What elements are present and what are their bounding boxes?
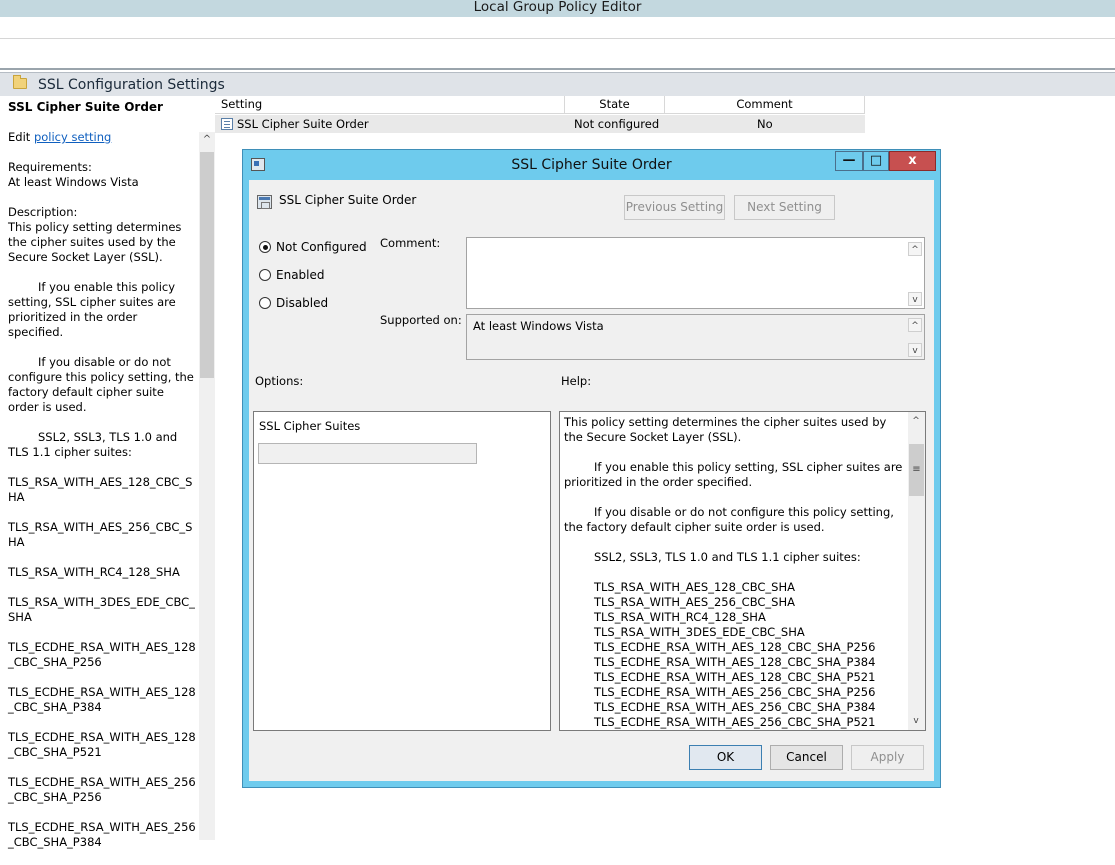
help-paragraph: This policy setting determines the ciphe…: [564, 415, 887, 444]
description-text: SSL Cipher Suite Order Edit policy setti…: [8, 100, 196, 865]
help-paragraph-text: If you disable or do not configure this …: [564, 505, 894, 534]
maximize-button[interactable]: □: [863, 151, 889, 171]
help-suite: TLS_ECDHE_RSA_WITH_AES_128_CBC_SHA_P256: [594, 640, 876, 654]
menu-bar: [0, 17, 1115, 39]
previous-setting-button[interactable]: Previous Setting: [624, 195, 725, 220]
description: Description: This policy setting determin…: [8, 205, 196, 265]
suite-item: TLS_ECDHE_RSA_WITH_AES_128_CBC_SHA_P521: [8, 730, 196, 759]
column-setting[interactable]: Setting: [215, 96, 565, 114]
help-scrollbar[interactable]: ^ v ≡: [908, 412, 925, 730]
radio-icon: [259, 297, 271, 309]
options-panel: SSL Cipher Suites: [253, 411, 551, 731]
scroll-up-icon[interactable]: ^: [908, 318, 922, 332]
help-suite: TLS_RSA_WITH_3DES_EDE_CBC_SHA: [594, 625, 805, 639]
description-paragraph: SSL2, SSL3, TLS 1.0 and TLS 1.1 cipher s…: [8, 430, 178, 459]
description-scrollbar[interactable]: ^: [199, 132, 215, 840]
help-text: This policy setting determines the ciphe…: [564, 415, 904, 730]
node-title: SSL Configuration Settings: [38, 77, 225, 93]
help-paragraph: If you enable this policy setting, SSL c…: [564, 460, 904, 490]
help-suite: TLS_RSA_WITH_AES_128_CBC_SHA: [594, 580, 795, 594]
ssl-cipher-suites-input[interactable]: [258, 443, 477, 464]
options-label: Options:: [255, 374, 304, 388]
setting-name: SSL Cipher Suite Order: [279, 193, 417, 207]
list-header: Setting State Comment: [215, 96, 865, 114]
policy-setting-icon: [257, 195, 272, 209]
suite-item: TLS_ECDHE_RSA_WITH_AES_128_CBC_SHA_P256: [8, 640, 196, 669]
help-label: Help:: [561, 374, 592, 388]
app-title-bar: Local Group Policy Editor: [0, 0, 1115, 17]
help-suite: TLS_RSA_WITH_AES_256_CBC_SHA: [594, 595, 795, 609]
radio-label: Not Configured: [276, 240, 367, 254]
app-title: Local Group Policy Editor: [473, 0, 642, 15]
radio-selected-icon: [259, 241, 271, 253]
policy-setting-icon: [221, 118, 233, 130]
supported-scrollbar[interactable]: ^ v: [907, 315, 924, 359]
suite-item: TLS_RSA_WITH_AES_256_CBC_SHA: [8, 520, 193, 549]
node-header: SSL Configuration Settings: [0, 72, 1115, 96]
help-panel: This policy setting determines the ciphe…: [559, 411, 926, 731]
help-suite: TLS_ECDHE_RSA_WITH_AES_256_CBC_SHA_P521: [594, 715, 876, 729]
apply-button[interactable]: Apply: [851, 745, 924, 770]
row-state: Not configured: [574, 117, 660, 131]
description-paragraph: This policy setting determines the ciphe…: [8, 220, 182, 264]
supported-on-field: At least Windows Vista ^ v: [466, 314, 925, 360]
scroll-thumb[interactable]: ≡: [909, 444, 924, 496]
help-paragraph: SSL2, SSL3, TLS 1.0 and TLS 1.1 cipher s…: [594, 550, 861, 564]
radio-label: Enabled: [276, 268, 325, 282]
help-suite: TLS_RSA_WITH_RC4_128_SHA: [594, 610, 766, 624]
comment-scrollbar[interactable]: ^ v: [907, 238, 924, 308]
policy-dialog: SSL Cipher Suite Order — □ x SSL Cipher …: [242, 149, 941, 788]
suite-item: TLS_RSA_WITH_AES_128_CBC_SHA: [8, 475, 193, 504]
column-state[interactable]: State: [565, 96, 665, 114]
scroll-down-icon[interactable]: v: [909, 714, 923, 728]
table-row[interactable]: SSL Cipher Suite Order Not configured No: [215, 115, 865, 133]
description-paragraph: If you disable or do not configure this …: [8, 355, 194, 414]
row-comment: No: [757, 117, 773, 131]
help-suite: TLS_ECDHE_RSA_WITH_AES_256_CBC_SHA_P384: [594, 700, 876, 714]
scroll-down-icon[interactable]: v: [908, 292, 922, 306]
supported-on-label: Supported on:: [380, 313, 462, 327]
row-setting: SSL Cipher Suite Order: [237, 117, 369, 131]
next-setting-button[interactable]: Next Setting: [734, 195, 835, 220]
supported-on-value: At least Windows Vista: [473, 319, 604, 333]
requirements-value: At least Windows Vista: [8, 175, 139, 189]
column-comment[interactable]: Comment: [665, 96, 865, 114]
folder-icon: [13, 75, 27, 89]
requirements: Requirements: At least Windows Vista: [8, 160, 196, 190]
ok-button[interactable]: OK: [689, 745, 762, 770]
comment-field[interactable]: ^ v: [466, 237, 925, 309]
suite-item: TLS_ECDHE_RSA_WITH_AES_256_CBC_SHA_P256: [8, 775, 196, 804]
policy-setting-link[interactable]: policy setting: [34, 130, 111, 144]
suite-item: TLS_RSA_WITH_RC4_128_SHA: [8, 565, 180, 579]
scroll-up-icon[interactable]: ^: [908, 242, 922, 256]
radio-icon: [259, 269, 271, 281]
dialog-body: SSL Cipher Suite Order Previous Setting …: [249, 180, 934, 781]
description-paragraph: If you enable this policy setting, SSL c…: [8, 280, 176, 339]
help-suite: TLS_ECDHE_RSA_WITH_AES_128_CBC_SHA_P521: [594, 670, 876, 684]
comment-label: Comment:: [380, 236, 441, 250]
suite-item: TLS_ECDHE_RSA_WITH_AES_256_CBC_SHA_P384: [8, 820, 196, 849]
radio-label: Disabled: [276, 296, 329, 310]
toolbar: [0, 40, 1115, 70]
scroll-down-icon[interactable]: v: [908, 343, 922, 357]
suite-item: TLS_ECDHE_RSA_WITH_AES_128_CBC_SHA_P384: [8, 685, 196, 714]
cancel-button[interactable]: Cancel: [770, 745, 843, 770]
description-label: Description:: [8, 205, 78, 219]
scroll-up-icon[interactable]: ^: [201, 134, 213, 146]
suite-item: TLS_RSA_WITH_3DES_EDE_CBC_SHA: [8, 595, 195, 624]
description-pane: SSL Cipher Suite Order Edit policy setti…: [0, 96, 215, 849]
minimize-button[interactable]: —: [835, 151, 863, 171]
requirements-label: Requirements:: [8, 160, 92, 174]
scroll-up-icon[interactable]: ^: [909, 414, 923, 428]
policy-heading: SSL Cipher Suite Order: [8, 100, 163, 114]
edit-prefix: Edit: [8, 130, 34, 144]
help-paragraph-text: If you enable this policy setting, SSL c…: [564, 460, 903, 489]
scroll-thumb[interactable]: [200, 152, 214, 378]
help-suite: TLS_ECDHE_RSA_WITH_AES_256_CBC_SHA_P256: [594, 685, 876, 699]
help-suite: TLS_ECDHE_RSA_WITH_AES_128_CBC_SHA_P384: [594, 655, 876, 669]
close-button[interactable]: x: [889, 151, 936, 171]
help-paragraph: If you disable or do not configure this …: [564, 505, 904, 535]
edit-line: Edit policy setting: [8, 130, 196, 145]
ssl-cipher-suites-label: SSL Cipher Suites: [259, 419, 361, 433]
